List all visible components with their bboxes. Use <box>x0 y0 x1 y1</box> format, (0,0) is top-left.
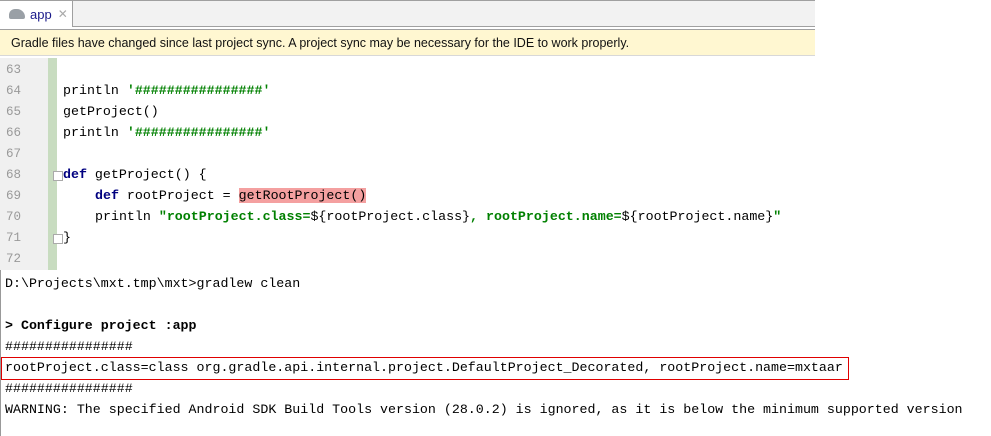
console-line: > Configure project :app <box>5 318 197 333</box>
tab-label: app <box>30 6 52 22</box>
console-line: ################ <box>5 339 133 354</box>
code-token: println <box>63 83 127 98</box>
code-line[interactable]: } <box>63 230 71 245</box>
code-line[interactable]: println "rootProject.class=${rootProject… <box>95 209 781 224</box>
string-literal: , rootProject.name= <box>470 209 622 224</box>
keyword: def <box>63 167 87 182</box>
string-literal: '################' <box>126 125 271 140</box>
console-line: WARNING: The specified Android SDK Build… <box>5 402 963 417</box>
line-number: 65 <box>6 105 22 119</box>
string-literal: "rootProject.class= <box>158 209 311 224</box>
console-line: ################ <box>5 381 133 396</box>
fold-icon[interactable] <box>53 171 63 181</box>
line-number: 70 <box>6 210 22 224</box>
interpolation: ${rootProject.class} <box>310 209 471 224</box>
code-line[interactable]: def getProject() { <box>63 167 207 182</box>
error-highlight: getRootProject() <box>238 188 367 203</box>
code-line[interactable]: println '################' <box>63 83 270 98</box>
string-literal: " <box>773 209 782 224</box>
fold-icon[interactable] <box>53 234 63 244</box>
code-token: getProject() { <box>86 167 207 182</box>
line-number: 66 <box>6 126 22 140</box>
console-line: rootProject.class=class org.gradle.api.i… <box>5 360 843 375</box>
code-line[interactable]: def rootProject = getRootProject() <box>95 188 367 203</box>
line-number: 63 <box>6 63 22 77</box>
editor-tab-bar: app ✕ <box>0 0 815 27</box>
line-number: 72 <box>6 252 22 266</box>
string-literal: '################' <box>126 83 271 98</box>
line-number: 69 <box>6 189 22 203</box>
line-number: 71 <box>6 231 22 245</box>
code-line[interactable]: println '################' <box>63 125 270 140</box>
console-border <box>0 270 1 436</box>
code-token: rootProject = <box>118 188 239 203</box>
gradle-elephant-icon <box>9 9 25 19</box>
keyword: def <box>95 188 119 203</box>
line-number: 68 <box>6 168 22 182</box>
line-number: 64 <box>6 84 22 98</box>
interpolation: ${rootProject.name} <box>621 209 774 224</box>
code-line[interactable]: getProject() <box>63 104 159 119</box>
sync-notification-banner: Gradle files have changed since last pro… <box>0 29 815 56</box>
line-number: 67 <box>6 147 22 161</box>
code-token: println <box>95 209 159 224</box>
code-token: println <box>63 125 127 140</box>
tab-app[interactable]: app ✕ <box>0 1 73 27</box>
close-icon[interactable]: ✕ <box>58 7 68 21</box>
console-line: D:\Projects\mxt.tmp\mxt>gradlew clean <box>5 276 301 291</box>
